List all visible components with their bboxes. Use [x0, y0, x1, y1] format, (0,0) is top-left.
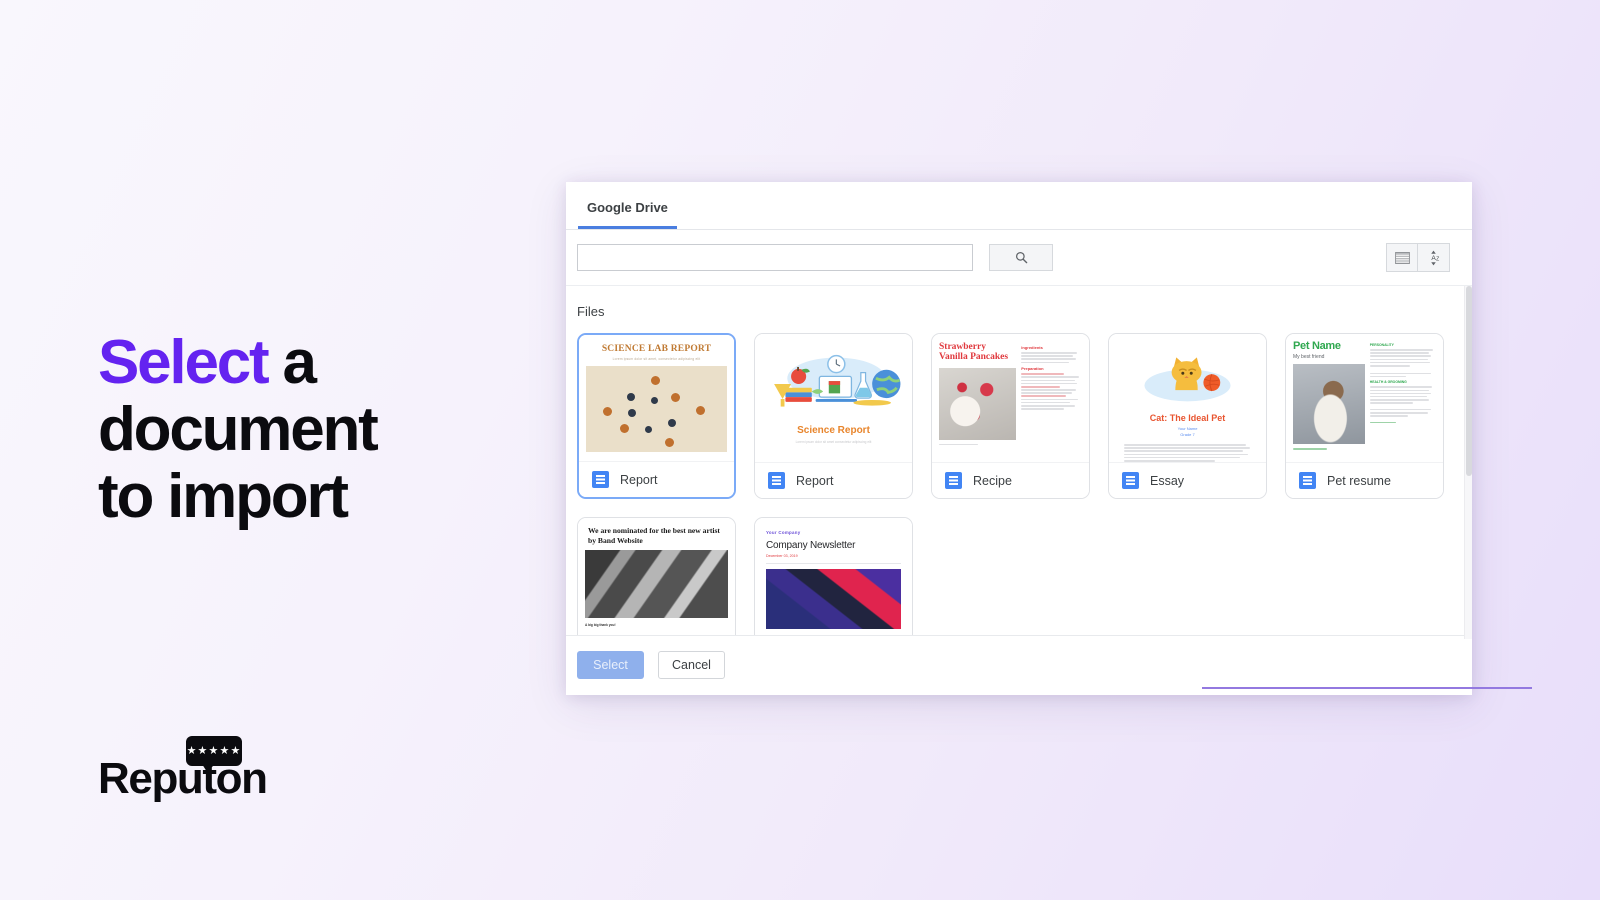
file-card-footer: Recipe [932, 462, 1089, 498]
dialog-tabbar: Google Drive [566, 182, 1472, 230]
dialog-footer: Select Cancel [566, 636, 1472, 694]
google-docs-icon [1122, 472, 1139, 489]
thumb-title: Cat: The Ideal Pet [1149, 413, 1226, 423]
files-section-title: Files [577, 304, 605, 319]
google-docs-icon [768, 472, 785, 489]
thumb-subtitle: Lorem ipsum dolor sit amet, consectetur … [612, 357, 701, 361]
google-docs-icon [592, 471, 609, 488]
file-card[interactable]: Strawberry Vanilla Pancakes Ingredients … [931, 333, 1090, 499]
thumb-title: Strawberry Vanilla Pancakes [939, 342, 1009, 363]
file-card[interactable]: SCIENCE LAB REPORT Lorem ipsum dolor sit… [577, 333, 736, 499]
file-card[interactable]: Pet Name My best friend PERSONALITY HEAL… [1285, 333, 1444, 499]
svg-text:Z: Z [1436, 256, 1439, 262]
phones-photo [766, 569, 901, 629]
thumb-heading-ingredients: Ingredients [1021, 345, 1043, 350]
files-grid: SCIENCE LAB REPORT Lorem ipsum dolor sit… [566, 319, 1456, 635]
brand-name: Reputon [98, 754, 268, 803]
accent-underline [1202, 687, 1532, 689]
thumb-title: Pet Name [1293, 340, 1341, 352]
file-name: Report [620, 472, 658, 487]
thumb-subtitle: Lorem ipsum dolor sit amet consectetur a… [795, 440, 872, 444]
thumb-byline: Your Name [1177, 426, 1198, 431]
file-card[interactable]: We are nominated for the best new artist… [577, 517, 736, 635]
file-thumbnail: Science Report Lorem ipsum dolor sit ame… [755, 334, 912, 462]
headline-line1-rest: a [267, 328, 318, 397]
file-thumbnail: Cat: The Ideal Pet Your Name Grade 7 [1109, 334, 1266, 462]
file-card-footer: Report [755, 462, 912, 498]
sort-button[interactable]: A Z [1418, 243, 1450, 272]
brand-logo: ★★★★★ Reputon [98, 728, 428, 808]
thumb-title: Science Report [797, 425, 870, 436]
view-toggle-button[interactable] [1386, 243, 1418, 272]
file-card[interactable]: Your Company Company Newsletter December… [754, 517, 913, 635]
cancel-button[interactable]: Cancel [658, 651, 725, 679]
school-supplies-illustration-icon [774, 354, 901, 407]
headline-accent-word: Select [98, 328, 270, 397]
page-title: Select a document to import [98, 328, 528, 531]
thumb-footer: A big big thank you! [585, 623, 616, 628]
google-drive-picker-dialog: Google Drive A Z Files SCIENCE LAB REPOR… [566, 182, 1472, 695]
search-input[interactable] [577, 244, 973, 271]
list-view-icon [1394, 251, 1410, 264]
files-scroll-area[interactable]: Files SCIENCE LAB REPORT Lorem ipsum dol… [566, 286, 1472, 636]
thumb-date: December 03, 2019 [766, 554, 798, 558]
thumb-heading-health: HEALTH & GROOMING [1369, 380, 1407, 385]
file-thumbnail: SCIENCE LAB REPORT Lorem ipsum dolor sit… [579, 335, 734, 461]
thumb-heading-preparation: Preparation [1021, 366, 1044, 372]
search-icon [1015, 252, 1027, 264]
thumb-title: We are nominated for the best new artist… [588, 526, 720, 545]
file-card-footer: Pet resume [1286, 462, 1443, 498]
file-card[interactable]: Cat: The Ideal Pet Your Name Grade 7 Ess… [1108, 333, 1267, 499]
tab-google-drive[interactable]: Google Drive [578, 200, 677, 229]
file-thumbnail: Strawberry Vanilla Pancakes Ingredients … [932, 334, 1089, 462]
molecule-diagram-icon [586, 366, 727, 452]
file-thumbnail: Your Company Company Newsletter December… [755, 518, 912, 635]
cat-illustration-icon [1144, 357, 1231, 402]
headline-line3: to import [98, 461, 349, 531]
thumb-subtitle: My best friend [1293, 354, 1325, 360]
google-docs-icon [1299, 472, 1316, 489]
file-name: Pet resume [1327, 473, 1391, 488]
thumb-heading-personality: PERSONALITY [1369, 343, 1394, 347]
file-card-footer: Essay [1109, 462, 1266, 498]
file-name: Recipe [973, 473, 1012, 488]
file-card-footer: Report [579, 461, 734, 497]
file-name: Essay [1150, 473, 1185, 488]
file-name: Report [796, 473, 834, 488]
file-thumbnail: Pet Name My best friend PERSONALITY HEAL… [1286, 334, 1443, 462]
scrollbar-thumb[interactable] [1466, 286, 1472, 476]
headline-line2: document [98, 394, 379, 464]
file-thumbnail: We are nominated for the best new artist… [578, 518, 735, 635]
sort-alpha-icon: A Z [1431, 250, 1439, 265]
thumb-company: Your Company [766, 530, 801, 535]
thumb-grade: Grade 7 [1180, 432, 1195, 437]
vertical-scrollbar[interactable] [1464, 286, 1472, 639]
select-button[interactable]: Select [577, 651, 644, 679]
pancakes-photo [939, 367, 1017, 440]
file-card[interactable]: Science Report Lorem ipsum dolor sit ame… [754, 333, 913, 499]
google-docs-icon [945, 472, 962, 489]
thumb-title: Company Newsletter [766, 540, 856, 551]
dog-photo [1293, 364, 1365, 444]
marketing-panel: Select a document to import [98, 328, 528, 531]
guitar-photo [585, 550, 728, 619]
view-controls: A Z [1386, 243, 1450, 272]
picker-toolbar: A Z [566, 230, 1472, 286]
thumb-title: SCIENCE LAB REPORT [601, 344, 712, 354]
search-button[interactable] [989, 244, 1053, 271]
